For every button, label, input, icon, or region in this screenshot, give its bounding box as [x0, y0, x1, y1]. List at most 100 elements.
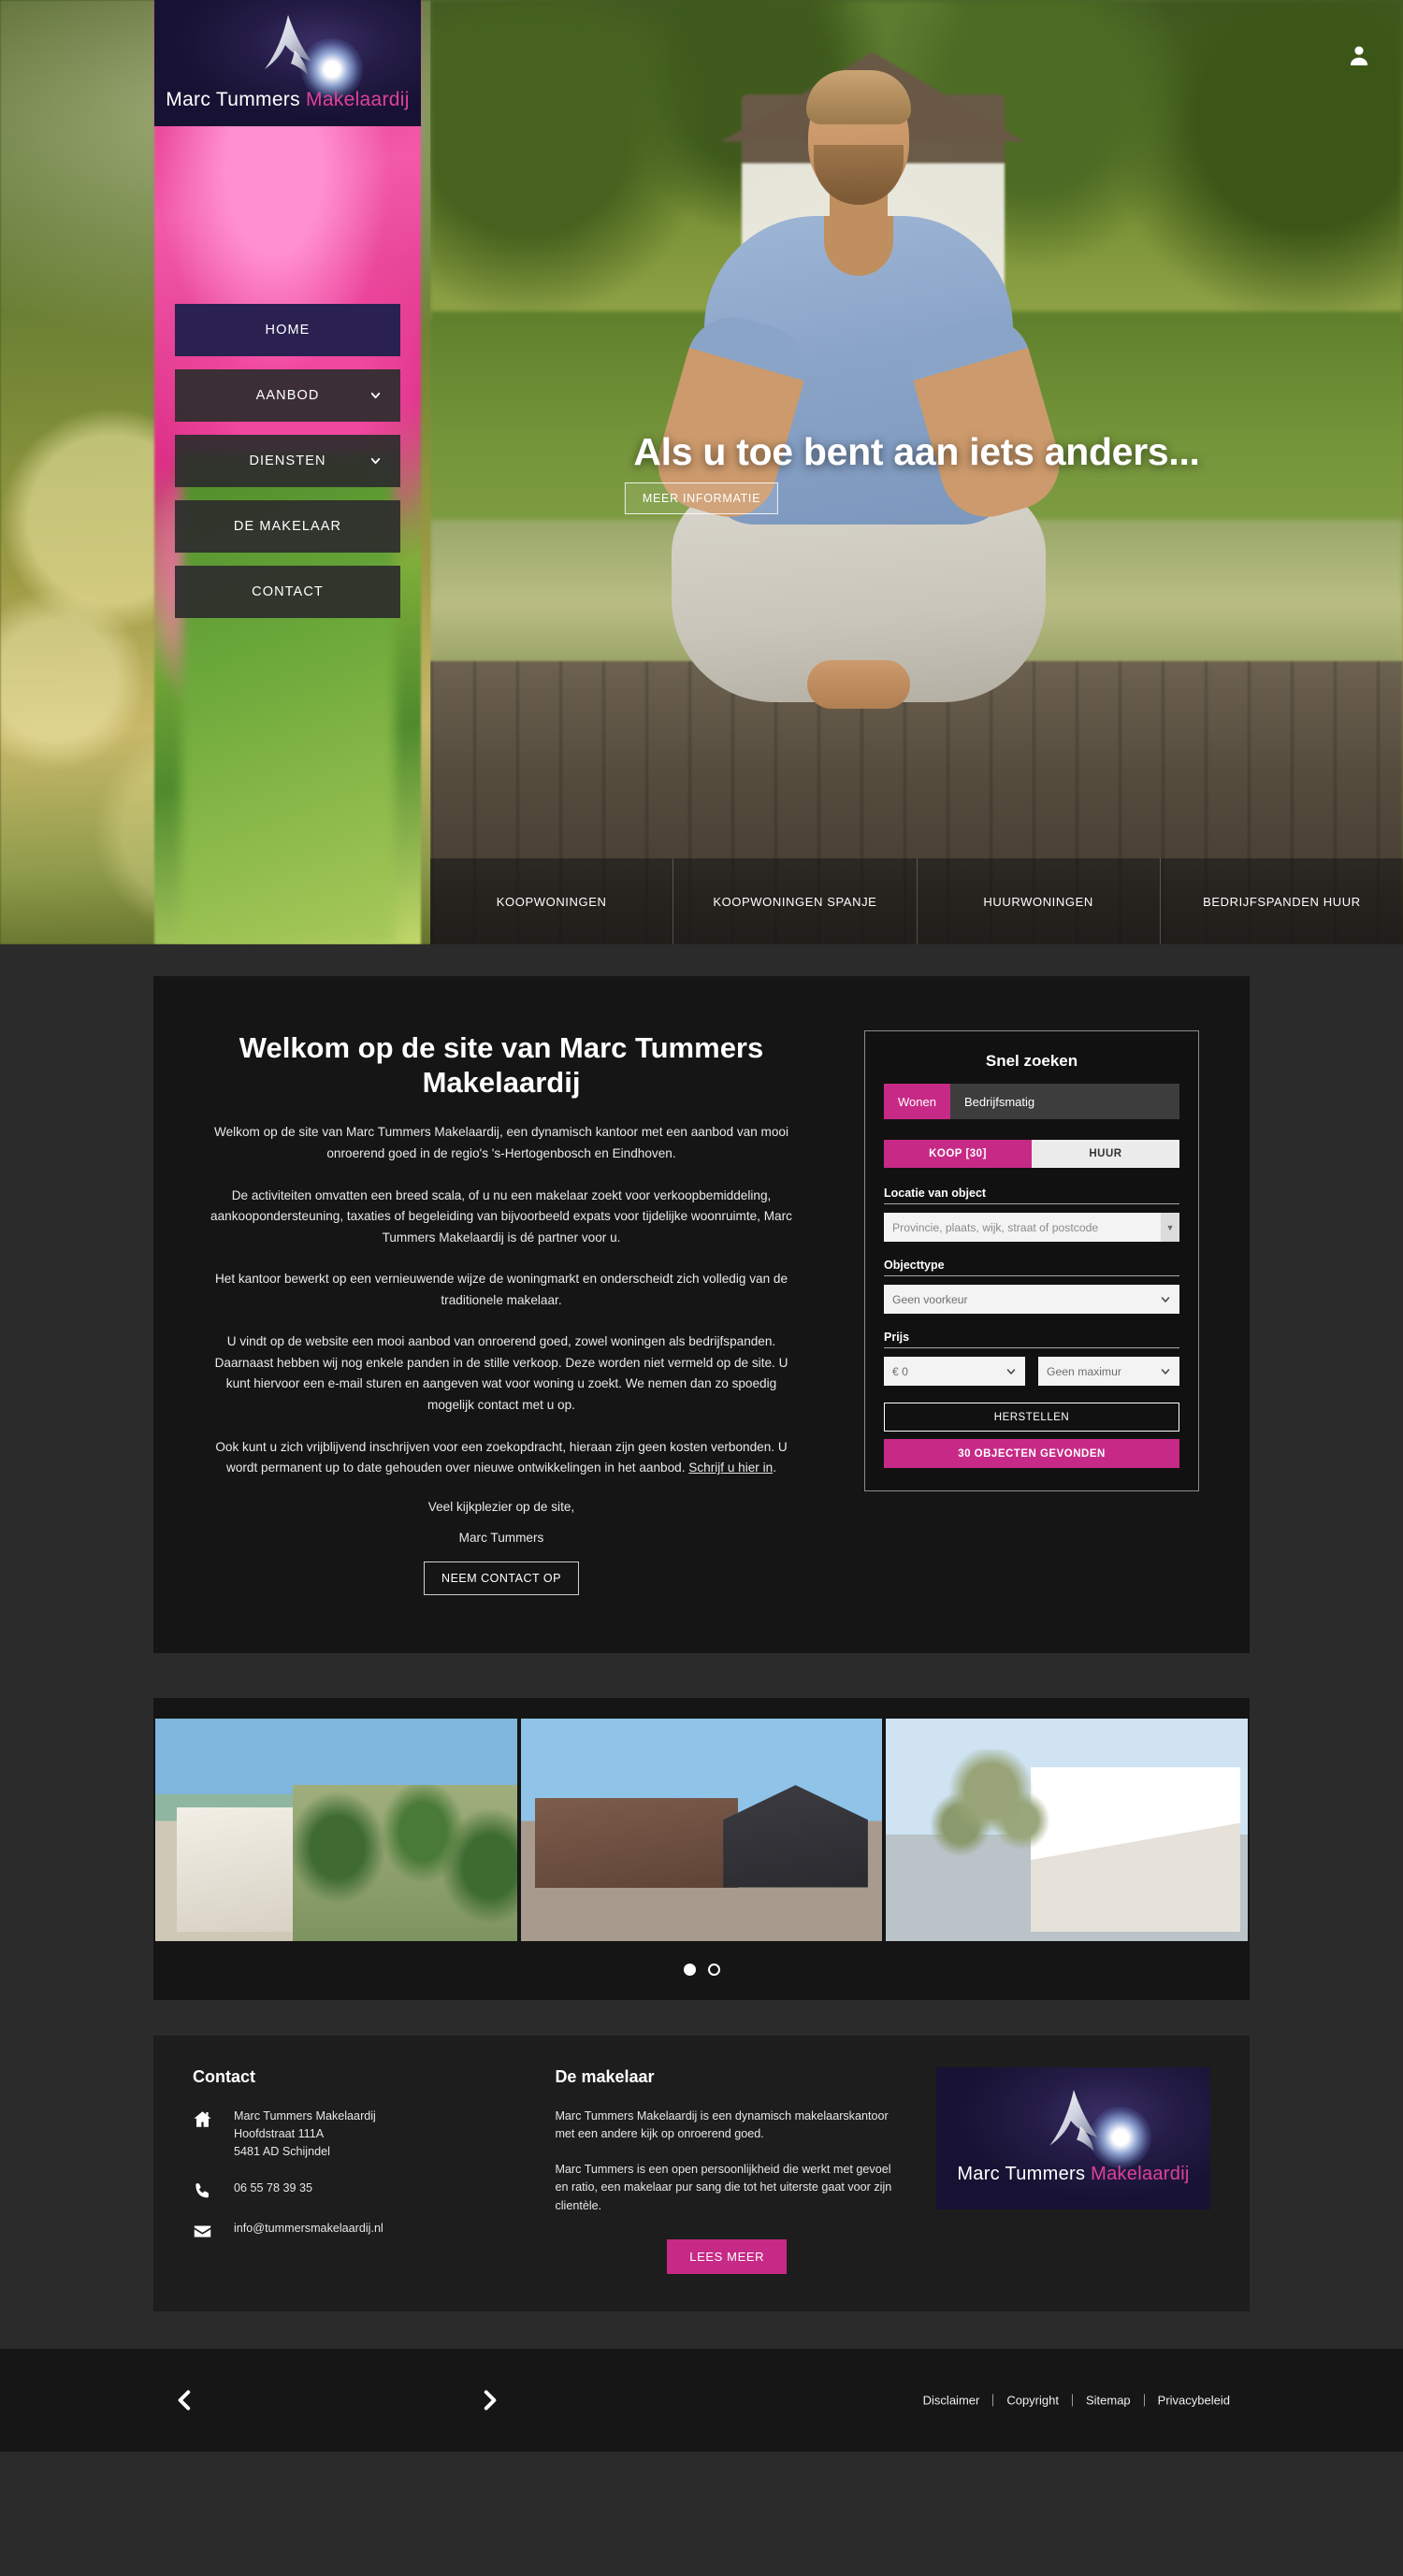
price-max-value: Geen maximur	[1047, 1364, 1121, 1378]
price-label: Prijs	[884, 1331, 1179, 1348]
welcome-paragraph-2: De activiteiten omvatten een breed scala…	[210, 1187, 792, 1245]
contact-email[interactable]: info@tummersmakelaardij.nl	[234, 2220, 383, 2238]
person-beard	[813, 144, 904, 205]
category-bedrijfspanden-huur[interactable]: BEDRIJFSPANDEN HUUR	[1161, 858, 1403, 944]
hero-headline: Als u toe bent aan iets anders...	[633, 430, 1200, 473]
neem-contact-op-button[interactable]: NEEM CONTACT OP	[424, 1561, 579, 1595]
location-placeholder: Provincie, plaats, wijk, straat of postc…	[892, 1220, 1099, 1234]
category-koopwoningen[interactable]: KOOPWONINGEN	[430, 858, 674, 944]
chevron-down-icon	[369, 455, 382, 468]
link-copyright[interactable]: Copyright	[993, 2394, 1073, 2407]
welcome-section: Welkom op de site van Marc Tummers Makel…	[153, 976, 1250, 1653]
user-icon[interactable]	[1347, 43, 1371, 67]
carousel-dot[interactable]	[707, 1963, 720, 1976]
tab-bedrijfsmatig[interactable]: Bedrijfsmatig	[949, 1084, 1179, 1119]
chevron-down-icon	[369, 390, 382, 402]
bottom-bar: Disclaimer Copyright Sitemap Privacybele…	[0, 2349, 1403, 2453]
sidebar-item-diensten[interactable]: DIENSTEN	[175, 435, 400, 487]
logo-text: Marc Tummers Makelaardij	[154, 89, 421, 111]
footer-info-section: Contact Marc Tummers Makelaardij Hoofdst…	[153, 2035, 1250, 2312]
lees-meer-button[interactable]: LEES MEER	[667, 2239, 788, 2275]
quick-search-panel: Snel zoeken Wonen Bedrijfsmatig KOOP [30…	[864, 1030, 1199, 1491]
link-disclaimer[interactable]: Disclaimer	[923, 2394, 994, 2407]
envelope-icon	[193, 2220, 234, 2241]
sidebar-item-home[interactable]: HOME	[175, 304, 400, 356]
sidebar-item-aanbod[interactable]: AANBOD	[175, 369, 400, 422]
home-icon	[193, 2108, 234, 2129]
price-min-select[interactable]: € 0	[884, 1357, 1025, 1386]
contact-address-row: Marc Tummers Makelaardij Hoofdstraat 111…	[193, 2108, 555, 2161]
makelaar-paragraph-1: Marc Tummers Makelaardij is een dynamisc…	[555, 2108, 889, 2141]
objecttype-select[interactable]: Geen voorkeur	[884, 1285, 1179, 1314]
nav-label: CONTACT	[252, 584, 324, 599]
footer-logo[interactable]: Marc Tummers Makelaardij	[936, 2066, 1210, 2209]
contact-address: Marc Tummers Makelaardij Hoofdstraat 111…	[234, 2108, 376, 2158]
carousel-slide[interactable]	[520, 1718, 883, 1941]
paragraph-text-after: .	[773, 1461, 776, 1475]
makelaar-heading: De makelaar	[555, 2066, 655, 2086]
carousel-row	[153, 1718, 1250, 1941]
hero-more-info-button[interactable]: MEER INFORMATIE	[624, 482, 779, 514]
welcome-cta-wrap: NEEM CONTACT OP	[208, 1561, 795, 1595]
footer-links: Disclaimer Copyright Sitemap Privacybele…	[923, 2394, 1230, 2407]
search-submit-button[interactable]: 30 OBJECTEN GEVONDEN	[884, 1439, 1179, 1468]
carousel-dot-active[interactable]	[683, 1963, 696, 1976]
search-type-tabs: Wonen Bedrijfsmatig	[884, 1084, 1179, 1119]
welcome-closing: Veel kijkplezier op de site,	[427, 1499, 575, 1514]
reset-button[interactable]: HERSTELLEN	[884, 1403, 1179, 1432]
sidebar-item-contact[interactable]: CONTACT	[175, 566, 400, 618]
objecttype-value: Geen voorkeur	[892, 1292, 968, 1306]
site-logo[interactable]: Marc Tummers Makelaardij	[154, 0, 421, 126]
footer-makelaar-column: De makelaar Marc Tummers Makelaardij is …	[555, 2067, 936, 2275]
logo-text-primary: Marc Tummers	[166, 89, 307, 110]
carousel-slide[interactable]	[155, 1718, 517, 1941]
chevron-left-icon[interactable]	[173, 2388, 197, 2412]
category-bar: KOOPWONINGEN KOOPWONINGEN SPANJE HUURWON…	[430, 858, 1403, 944]
sidebar-item-de-makelaar[interactable]: DE MAKELAAR	[175, 500, 400, 553]
carousel-slide[interactable]	[886, 1718, 1249, 1941]
link-sitemap[interactable]: Sitemap	[1073, 2394, 1145, 2407]
price-row: € 0 Geen maximur	[884, 1357, 1179, 1386]
contact-phone[interactable]: 06 55 78 39 35	[234, 2180, 312, 2197]
link-privacybeleid[interactable]: Privacybeleid	[1145, 2395, 1230, 2407]
search-panel-title: Snel zoeken	[985, 1052, 1078, 1070]
welcome-paragraph-5: Ook kunt u zich vrijblijvend inschrijven…	[208, 1437, 795, 1479]
logo-mark-icon	[1034, 2088, 1114, 2157]
footer-contact-column: Contact Marc Tummers Makelaardij Hoofdst…	[193, 2067, 555, 2275]
category-huurwoningen[interactable]: HUURWONINGEN	[918, 858, 1161, 944]
person-foot	[806, 659, 910, 709]
property-carousel	[153, 1697, 1250, 2000]
logo-text-accent: Makelaardij	[306, 89, 410, 110]
search-column: Snel zoeken Wonen Bedrijfsmatig KOOP [30…	[864, 1030, 1250, 1595]
contact-phone-row: 06 55 78 39 35	[193, 2180, 555, 2201]
price-max-select[interactable]: Geen maximur	[1038, 1357, 1179, 1386]
makelaar-cta-wrap: LEES MEER	[555, 2239, 899, 2275]
nav-label: DE MAKELAAR	[233, 519, 342, 534]
welcome-paragraph-3: Het kantoor bewerkt op een vernieuwende …	[214, 1272, 788, 1307]
chevron-down-icon	[1160, 1366, 1171, 1377]
dropdown-arrow-icon[interactable]: ▼	[1161, 1213, 1179, 1242]
toggle-huur[interactable]: HUUR	[1032, 1140, 1179, 1168]
category-koopwoningen-spanje[interactable]: KOOPWONINGEN SPANJE	[673, 858, 918, 944]
toggle-koop[interactable]: KOOP [30]	[884, 1140, 1032, 1168]
welcome-paragraph-1: Welkom op de site van Marc Tummers Makel…	[213, 1125, 789, 1160]
tab-wonen[interactable]: Wonen	[884, 1084, 950, 1119]
koop-huur-toggle: KOOP [30] HUUR	[884, 1140, 1179, 1168]
logo-text-accent: Makelaardij	[1091, 2163, 1190, 2184]
chevron-down-icon	[1160, 1294, 1171, 1305]
footer-logo-column: Marc Tummers Makelaardij	[936, 2066, 1210, 2275]
hero-section: Marc Tummers Makelaardij HOME AANBOD DIE…	[0, 0, 1403, 944]
location-label: Locatie van object	[884, 1187, 1179, 1204]
nav-label: AANBOD	[255, 388, 320, 403]
welcome-signature: Marc Tummers	[458, 1530, 544, 1545]
signup-link[interactable]: Schrijf u hier in	[688, 1461, 773, 1475]
makelaar-paragraph-2: Marc Tummers is een open persoonlijkheid…	[555, 2162, 892, 2212]
location-input[interactable]: Provincie, plaats, wijk, straat of postc…	[884, 1213, 1179, 1242]
chevron-right-icon[interactable]	[477, 2388, 501, 2412]
price-min-value: € 0	[892, 1364, 908, 1378]
phone-icon	[193, 2180, 234, 2201]
logo-text-primary: Marc Tummers	[957, 2163, 1092, 2184]
page-title: Welkom op de site van Marc Tummers Makel…	[239, 1031, 764, 1100]
page-body: Welkom op de site van Marc Tummers Makel…	[0, 976, 1403, 2350]
welcome-paragraph-4: U vindt op de website een mooi aanbod va…	[214, 1334, 788, 1412]
